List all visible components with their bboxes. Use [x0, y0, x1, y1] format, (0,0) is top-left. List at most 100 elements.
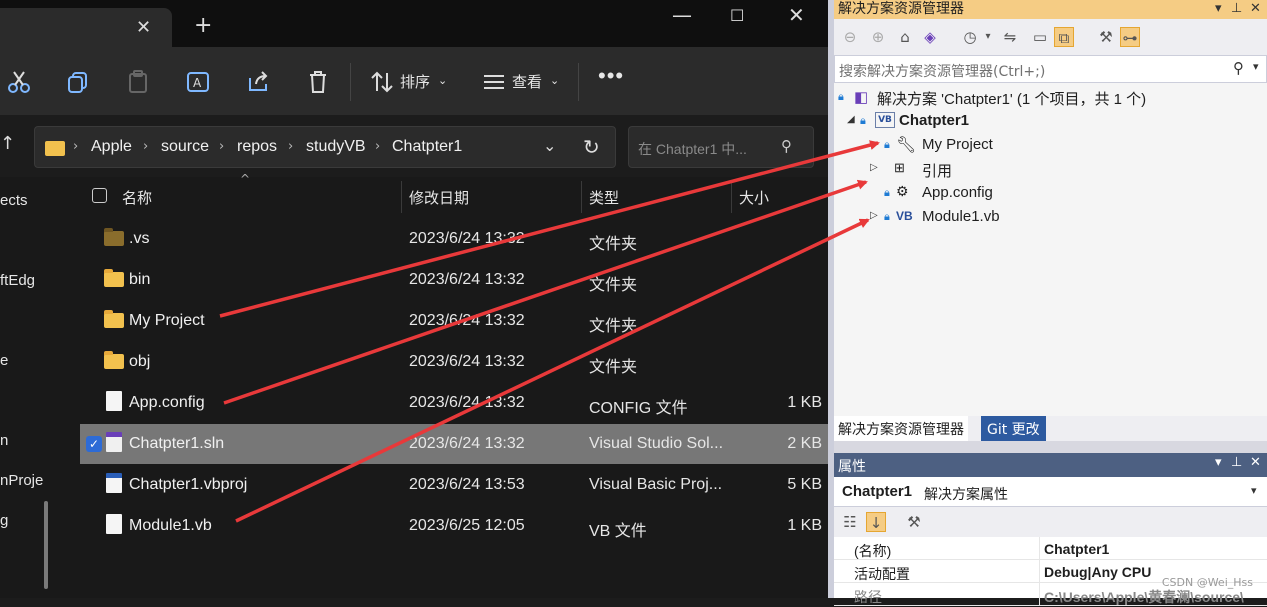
tree-item-my-project[interactable]: My Project — [922, 136, 993, 153]
nav-item[interactable]: nProje — [0, 472, 43, 489]
dropdown-icon[interactable]: ▾ — [1253, 60, 1259, 73]
forward-icon[interactable]: ⊕ — [868, 27, 888, 47]
search-icon[interactable]: ⚲ — [1233, 59, 1244, 77]
property-pages-icon[interactable]: ⚒ — [904, 512, 924, 532]
solution-search-input[interactable]: 搜索解决方案资源管理器(Ctrl+;) ⚲ ▾ — [834, 55, 1267, 83]
sort-button[interactable]: 排序 — [400, 71, 430, 92]
file-row-obj[interactable]: obj 2023/6/24 13:32 文件夹 — [80, 342, 828, 382]
sort-icon[interactable] — [370, 69, 396, 95]
properties-object-selector[interactable]: Chatpter1 解决方案属性 ▾ — [834, 477, 1267, 507]
file-row-vbproj[interactable]: Chatpter1.vbproj 2023/6/24 13:53 Visual … — [80, 465, 828, 505]
breadcrumb-source[interactable]: source — [161, 138, 209, 156]
file-row-sln[interactable]: ✓ Chatpter1.sln 2023/6/24 13:32 Visual S… — [80, 424, 828, 464]
share-icon[interactable] — [245, 69, 271, 95]
tab-solution-explorer[interactable]: 解决方案资源管理器 — [834, 416, 968, 441]
file-size: 2 KB — [787, 435, 822, 452]
pin-icon[interactable]: ⊥ — [1231, 0, 1242, 18]
file-explorer-window: ✕ + — ☐ ✕ A 排序 ⌄ 查看 ⌄ ••• ↑ › Apple › so… — [0, 0, 828, 598]
column-divider[interactable] — [401, 181, 402, 213]
maximize-icon[interactable]: ☐ — [730, 6, 744, 25]
rename-icon[interactable]: A — [185, 69, 211, 95]
view-button[interactable]: 查看 — [512, 71, 542, 92]
nav-item[interactable]: n — [0, 432, 8, 449]
property-value: Chatpter1 — [1044, 541, 1110, 557]
show-all-files-icon[interactable]: ⧉ — [1054, 27, 1074, 47]
back-icon[interactable]: ⊖ — [840, 27, 860, 47]
column-divider[interactable] — [731, 181, 732, 213]
file-date: 2023/6/24 13:32 — [409, 230, 525, 247]
up-arrow-icon[interactable]: ↑ — [0, 133, 15, 154]
close-tab-icon[interactable]: ✕ — [136, 17, 151, 38]
tree-item-module1[interactable]: Module1.vb — [922, 208, 1000, 225]
search-input[interactable]: 在 Chatpter1 中... ⚲ — [628, 126, 814, 168]
dropdown-icon[interactable]: ▾ — [978, 27, 998, 47]
close-window-icon[interactable]: ✕ — [788, 3, 805, 27]
breadcrumb-chatpter1[interactable]: Chatpter1 — [392, 138, 462, 156]
collapse-all-icon[interactable]: ▭ — [1030, 27, 1050, 47]
close-icon[interactable]: ✕ — [1250, 0, 1261, 18]
nav-item[interactable]: ects — [0, 192, 28, 209]
pin-icon[interactable]: ⊥ — [1231, 455, 1242, 470]
row-checkbox[interactable]: ✓ — [86, 436, 102, 452]
project-node[interactable]: Chatpter1 — [899, 112, 969, 129]
expand-arrow-icon[interactable]: ▷ — [870, 162, 878, 173]
dropdown-icon[interactable]: ▾ — [1251, 484, 1257, 497]
file-row-bin[interactable]: bin 2023/6/24 13:32 文件夹 — [80, 260, 828, 300]
cut-icon[interactable] — [6, 69, 32, 95]
breadcrumb-apple[interactable]: Apple — [91, 138, 132, 156]
file-row-app-config[interactable]: App.config 2023/6/24 13:32 CONFIG 文件 1 K… — [80, 383, 828, 423]
file-icon — [106, 514, 122, 534]
column-divider[interactable] — [581, 181, 582, 213]
breadcrumb-repos[interactable]: repos — [237, 138, 277, 156]
file-row-module1[interactable]: Module1.vb 2023/6/25 12:05 VB 文件 1 KB — [80, 506, 828, 546]
dropdown-icon[interactable]: ▾ — [1215, 455, 1222, 470]
chevron-down-icon[interactable]: ⌄ — [543, 136, 556, 155]
nav-item[interactable]: e — [0, 352, 8, 369]
search-icon[interactable]: ⚲ — [781, 137, 792, 155]
properties-wrench-icon[interactable]: ⚒ — [1096, 27, 1116, 47]
file-row-vs[interactable]: .vs 2023/6/24 13:32 文件夹 — [80, 219, 828, 259]
folder-icon — [104, 351, 124, 369]
more-options-icon[interactable]: ••• — [598, 63, 624, 89]
refresh-icon[interactable]: ↻ — [583, 135, 600, 159]
switch-views-icon[interactable]: ◈ — [920, 27, 940, 47]
explorer-tab[interactable]: ✕ — [0, 8, 172, 47]
categorized-icon[interactable]: ☷ — [840, 512, 860, 532]
dropdown-icon[interactable]: ▾ — [1215, 0, 1222, 18]
nav-item[interactable]: ftEdg — [0, 272, 35, 289]
file-icon — [106, 391, 122, 411]
scrollbar[interactable] — [44, 501, 48, 589]
paste-icon[interactable] — [125, 69, 151, 95]
file-date: 2023/6/24 13:32 — [409, 394, 525, 411]
breadcrumb-separator: › — [219, 139, 225, 154]
panel-splitter[interactable] — [834, 441, 1267, 453]
minimize-icon[interactable]: — — [672, 3, 692, 27]
close-icon[interactable]: ✕ — [1250, 455, 1261, 470]
pending-changes-icon[interactable]: ◷ — [960, 27, 980, 47]
solution-node[interactable]: 解决方案 'Chatpter1' (1 个项目，共 1 个) — [877, 88, 1146, 109]
nav-item[interactable]: g — [0, 512, 8, 529]
tab-git-changes[interactable]: Git 更改 — [981, 416, 1046, 441]
address-bar[interactable]: › Apple › source › repos › studyVB › Cha… — [34, 126, 616, 168]
alphabetical-icon[interactable]: ↓ — [866, 512, 886, 532]
divider — [350, 63, 351, 101]
solution-explorer-title-bar: 解决方案资源管理器 ▾ ⊥ ✕ — [834, 0, 1267, 19]
chevron-down-icon: ⌄ — [438, 75, 448, 87]
home-icon[interactable]: ⌂ — [895, 27, 915, 47]
lock-icon: 🔒︎ — [838, 90, 844, 103]
select-all-checkbox[interactable] — [92, 188, 107, 203]
breadcrumb-separator: › — [375, 139, 381, 154]
expand-arrow-icon[interactable]: ▷ — [870, 210, 878, 221]
view-icon[interactable] — [482, 69, 508, 95]
preview-selected-icon[interactable]: ⊶ — [1120, 27, 1140, 47]
delete-icon[interactable] — [305, 69, 331, 95]
breadcrumb-studyvb[interactable]: studyVB — [306, 138, 366, 156]
copy-icon[interactable] — [65, 69, 91, 95]
tree-item-references[interactable]: 引用 — [922, 160, 952, 181]
collapse-arrow-icon[interactable]: ◢ — [847, 114, 855, 125]
sync-icon[interactable]: ⇋ — [1000, 27, 1020, 47]
file-row-my-project[interactable]: My Project 2023/6/24 13:32 文件夹 — [80, 301, 828, 341]
new-tab-button[interactable]: + — [194, 13, 212, 38]
property-row[interactable]: (名称) Chatpter1 — [834, 537, 1267, 560]
tree-item-app-config[interactable]: App.config — [922, 184, 993, 201]
